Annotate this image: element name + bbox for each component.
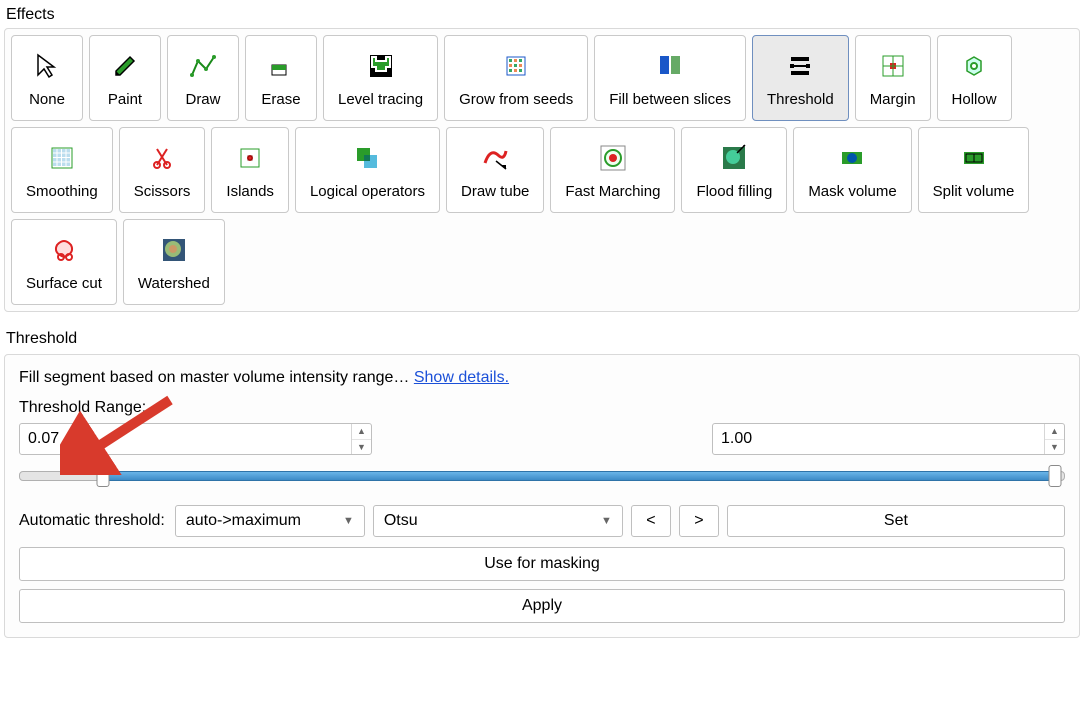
scissors-icon <box>147 141 177 175</box>
effect-watershed-label: Watershed <box>138 275 210 292</box>
effect-smoothing-label: Smoothing <box>26 183 98 200</box>
effect-erase-button[interactable]: Erase <box>245 35 317 121</box>
chevron-down-icon: ▼ <box>343 515 354 527</box>
effect-threshold-label: Threshold <box>767 91 834 108</box>
effect-logical-operators-button[interactable]: Logical operators <box>295 127 440 213</box>
effect-fast-marching-label: Fast Marching <box>565 183 660 200</box>
effect-split-volume-label: Split volume <box>933 183 1015 200</box>
effect-flood-filling-label: Flood filling <box>696 183 772 200</box>
threshold-range-slider[interactable] <box>19 465 1065 487</box>
next-method-button[interactable]: > <box>679 505 719 537</box>
chevron-down-icon: ▼ <box>601 515 612 527</box>
apply-button[interactable]: Apply <box>19 589 1065 623</box>
target-icon <box>598 141 628 175</box>
effects-panel: None Paint Draw Erase Level tracing Grow from… <box>4 28 1080 312</box>
logical-icon <box>352 141 382 175</box>
split-icon <box>959 141 989 175</box>
effect-smoothing-button[interactable]: Smoothing <box>11 127 113 213</box>
slider-handle-high[interactable] <box>1048 465 1061 487</box>
polyline-icon <box>188 49 218 83</box>
use-for-masking-button[interactable]: Use for masking <box>19 547 1065 581</box>
effect-draw-tube-button[interactable]: Draw tube <box>446 127 544 213</box>
cursor-icon <box>32 49 62 83</box>
effect-erase-label: Erase <box>261 91 300 108</box>
threshold-description: Fill segment based on master volume inte… <box>19 369 1065 387</box>
effect-scissors-label: Scissors <box>134 183 191 200</box>
watershed-icon <box>159 233 189 267</box>
margin-icon <box>878 49 908 83</box>
effect-split-volume-button[interactable]: Split volume <box>918 127 1030 213</box>
islands-icon <box>235 141 265 175</box>
prev-method-button[interactable]: < <box>631 505 671 537</box>
effect-logical-operators-label: Logical operators <box>310 183 425 200</box>
threshold-high-step-up[interactable]: ▲ <box>1045 424 1064 440</box>
auto-method-value: Otsu <box>384 512 418 530</box>
threshold-high-step-down[interactable]: ▼ <box>1045 440 1064 455</box>
threshold-icon <box>785 49 815 83</box>
effect-level-tracing-label: Level tracing <box>338 91 423 108</box>
effect-grow-from-seeds-button[interactable]: Grow from seeds <box>444 35 588 121</box>
threshold-low-step-up[interactable]: ▲ <box>352 424 371 440</box>
threshold-high-field[interactable] <box>713 424 1044 454</box>
effect-threshold-button[interactable]: Threshold <box>752 35 849 121</box>
tube-icon <box>480 141 510 175</box>
flood-icon <box>719 141 749 175</box>
threshold-low-step-down[interactable]: ▼ <box>352 440 371 455</box>
threshold-low-input[interactable]: ▲ ▼ <box>19 423 372 455</box>
threshold-section-label: Threshold <box>6 330 1080 348</box>
effect-level-tracing-button[interactable]: Level tracing <box>323 35 438 121</box>
show-details-link[interactable]: Show details. <box>414 369 509 386</box>
auto-mode-select[interactable]: auto->maximum ▼ <box>175 505 365 537</box>
level-tracing-icon <box>366 49 396 83</box>
effect-fill-between-slices-label: Fill between slices <box>609 91 731 108</box>
effect-draw-button[interactable]: Draw <box>167 35 239 121</box>
effect-mask-volume-button[interactable]: Mask volume <box>793 127 911 213</box>
eraser-icon <box>266 49 296 83</box>
threshold-high-input[interactable]: ▲ ▼ <box>712 423 1065 455</box>
hollow-icon <box>959 49 989 83</box>
surface-cut-icon <box>49 233 79 267</box>
mask-icon <box>837 141 867 175</box>
fill-slices-icon <box>655 49 685 83</box>
threshold-low-field[interactable] <box>20 424 351 454</box>
effect-surface-cut-button[interactable]: Surface cut <box>11 219 117 305</box>
pencil-icon <box>110 49 140 83</box>
effect-mask-volume-label: Mask volume <box>808 183 896 200</box>
effect-paint-label: Paint <box>108 91 142 108</box>
effect-scissors-button[interactable]: Scissors <box>119 127 206 213</box>
auto-mode-value: auto->maximum <box>186 512 301 530</box>
effect-surface-cut-label: Surface cut <box>26 275 102 292</box>
effect-paint-button[interactable]: Paint <box>89 35 161 121</box>
effect-margin-label: Margin <box>870 91 916 108</box>
threshold-panel: Fill segment based on master volume inte… <box>4 354 1080 638</box>
effect-fast-marching-button[interactable]: Fast Marching <box>550 127 675 213</box>
threshold-range-label: Threshold Range: <box>19 399 1065 417</box>
effect-islands-label: Islands <box>226 183 274 200</box>
effect-flood-filling-button[interactable]: Flood filling <box>681 127 787 213</box>
set-button[interactable]: Set <box>727 505 1065 537</box>
grow-icon <box>501 49 531 83</box>
effect-grow-from-seeds-label: Grow from seeds <box>459 91 573 108</box>
effect-none-label: None <box>29 91 65 108</box>
threshold-description-text: Fill segment based on master volume inte… <box>19 369 409 386</box>
auto-method-select[interactable]: Otsu ▼ <box>373 505 623 537</box>
automatic-threshold-label: Automatic threshold: <box>19 512 165 530</box>
effects-section-label: Effects <box>6 6 1080 24</box>
effect-none-button[interactable]: None <box>11 35 83 121</box>
smoothing-icon <box>47 141 77 175</box>
effect-margin-button[interactable]: Margin <box>855 35 931 121</box>
effect-hollow-button[interactable]: Hollow <box>937 35 1012 121</box>
effect-draw-tube-label: Draw tube <box>461 183 529 200</box>
effect-draw-label: Draw <box>185 91 220 108</box>
effect-watershed-button[interactable]: Watershed <box>123 219 225 305</box>
effect-islands-button[interactable]: Islands <box>211 127 289 213</box>
effect-fill-between-slices-button[interactable]: Fill between slices <box>594 35 746 121</box>
effect-hollow-label: Hollow <box>952 91 997 108</box>
slider-handle-low[interactable] <box>96 465 109 487</box>
